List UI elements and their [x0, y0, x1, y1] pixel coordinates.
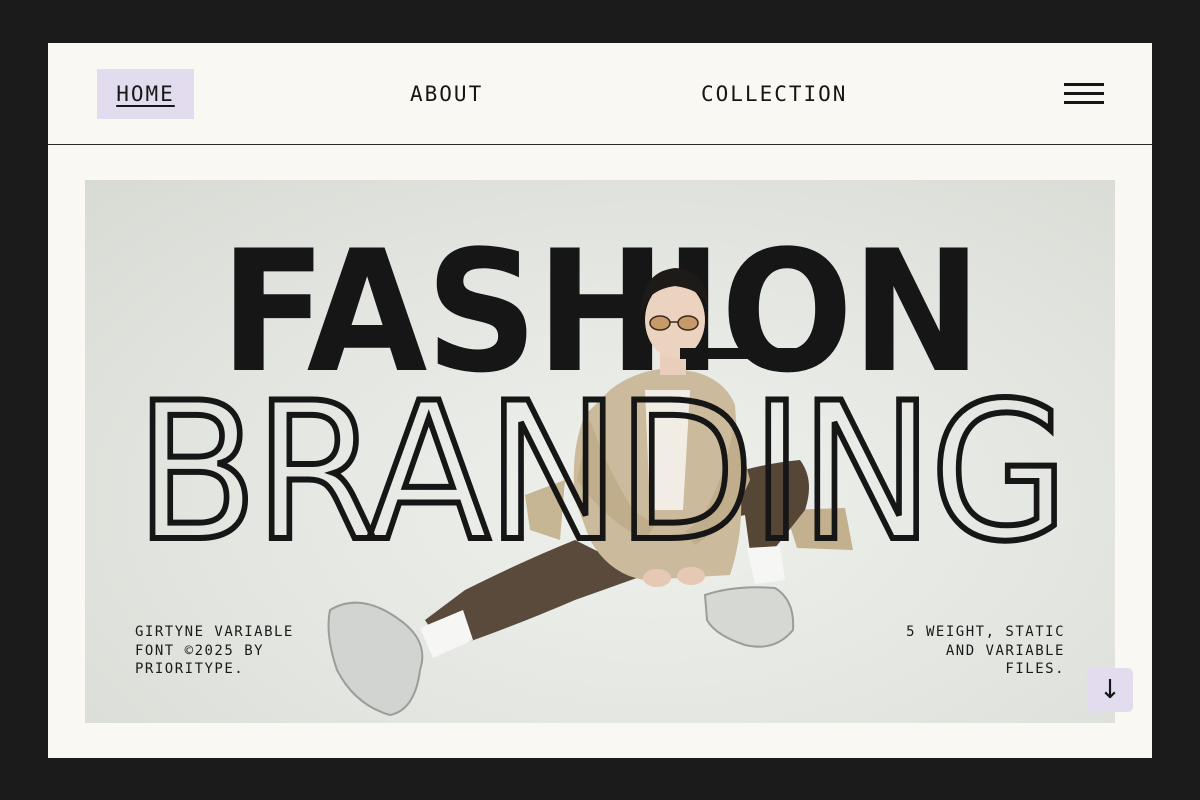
- arrow-down-icon: ↓: [1099, 675, 1121, 705]
- headline-branding: BRANDING: [135, 362, 1065, 583]
- caption-file-info: 5 WEIGHT, STATIC AND VARIABLE FILES.: [906, 624, 1065, 677]
- hero-banner: FASHION BRANDING GIRTYNE VARIABLE FONT ©…: [85, 180, 1115, 723]
- nav-about-link[interactable]: ABOUT: [410, 69, 483, 119]
- page-frame: HOME ABOUT COLLECTION FASHION BRANDING G…: [48, 43, 1152, 758]
- headline-accent-bar: [680, 348, 808, 359]
- hamburger-menu-icon[interactable]: [1064, 81, 1106, 107]
- nav-collection-link[interactable]: COLLECTION: [701, 69, 847, 119]
- nav-home-link[interactable]: HOME: [97, 69, 194, 119]
- scroll-down-button[interactable]: ↓: [1087, 668, 1133, 712]
- top-navigation: HOME ABOUT COLLECTION: [48, 43, 1152, 145]
- caption-font-credit: GIRTYNE VARIABLE FONT ©2025 BY PRIORITYP…: [135, 624, 294, 677]
